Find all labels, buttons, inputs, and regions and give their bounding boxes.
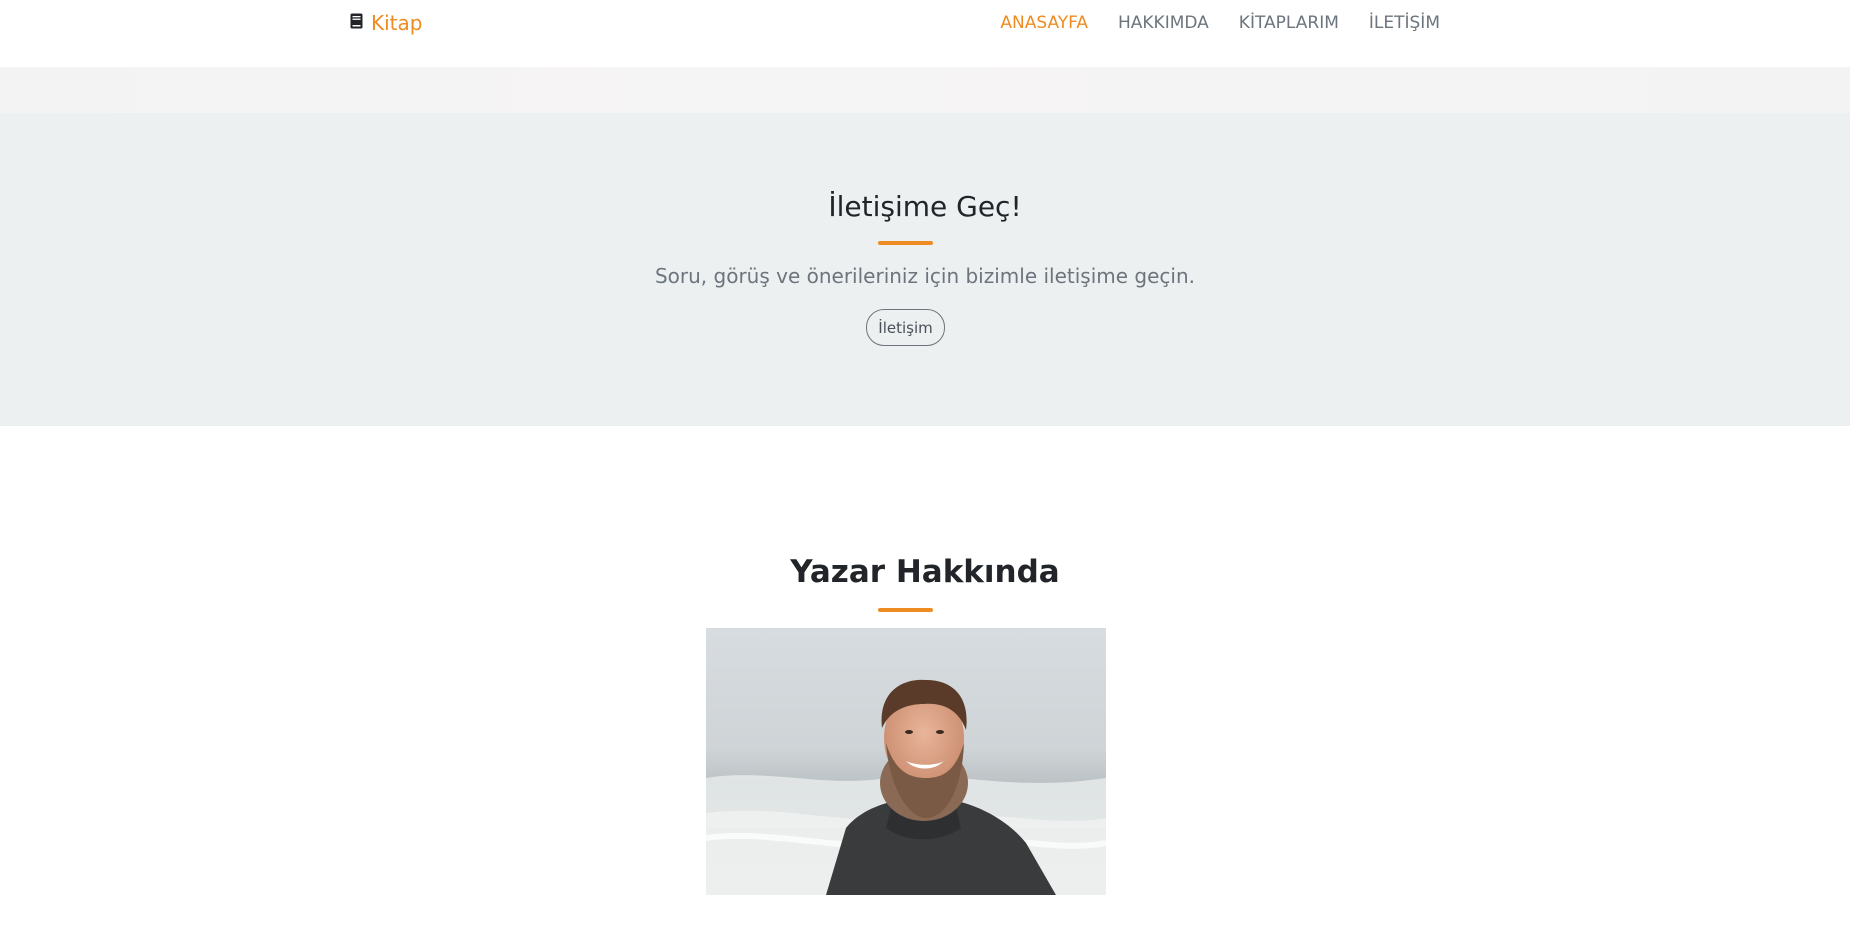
nav-link-iletisim[interactable]: İLETİŞİM: [1369, 13, 1440, 33]
main-nav: ANASAYFA HAKKIMDA KİTAPLARIM İLETİŞİM: [1000, 10, 1440, 36]
nav-link-hakkimda[interactable]: HAKKIMDA: [1118, 13, 1209, 33]
nav-link-anasayfa[interactable]: ANASAYFA: [1000, 13, 1088, 33]
about-title: Yazar Hakkında: [790, 554, 1060, 590]
contact-title: İletişime Geç!: [828, 190, 1022, 223]
contact-section: İletişime Geç! Soru, görüş ve önerilerin…: [0, 113, 1850, 426]
nav-link-kitaplarim[interactable]: KİTAPLARIM: [1239, 13, 1339, 33]
author-photo: [706, 628, 1106, 895]
brand-text: Kitap: [371, 11, 423, 35]
navbar: Kitap ANASAYFA HAKKIMDA KİTAPLARIM İLETİ…: [0, 0, 1850, 67]
book-icon: [350, 13, 363, 33]
about-title-divider: [878, 608, 933, 612]
brand-link[interactable]: Kitap: [350, 10, 422, 36]
header-banner-strip: [0, 67, 1850, 113]
contact-title-divider: [878, 241, 933, 245]
contact-description: Soru, görüş ve önerileriniz için bizimle…: [654, 264, 1196, 288]
contact-button[interactable]: İletişim: [866, 309, 945, 346]
